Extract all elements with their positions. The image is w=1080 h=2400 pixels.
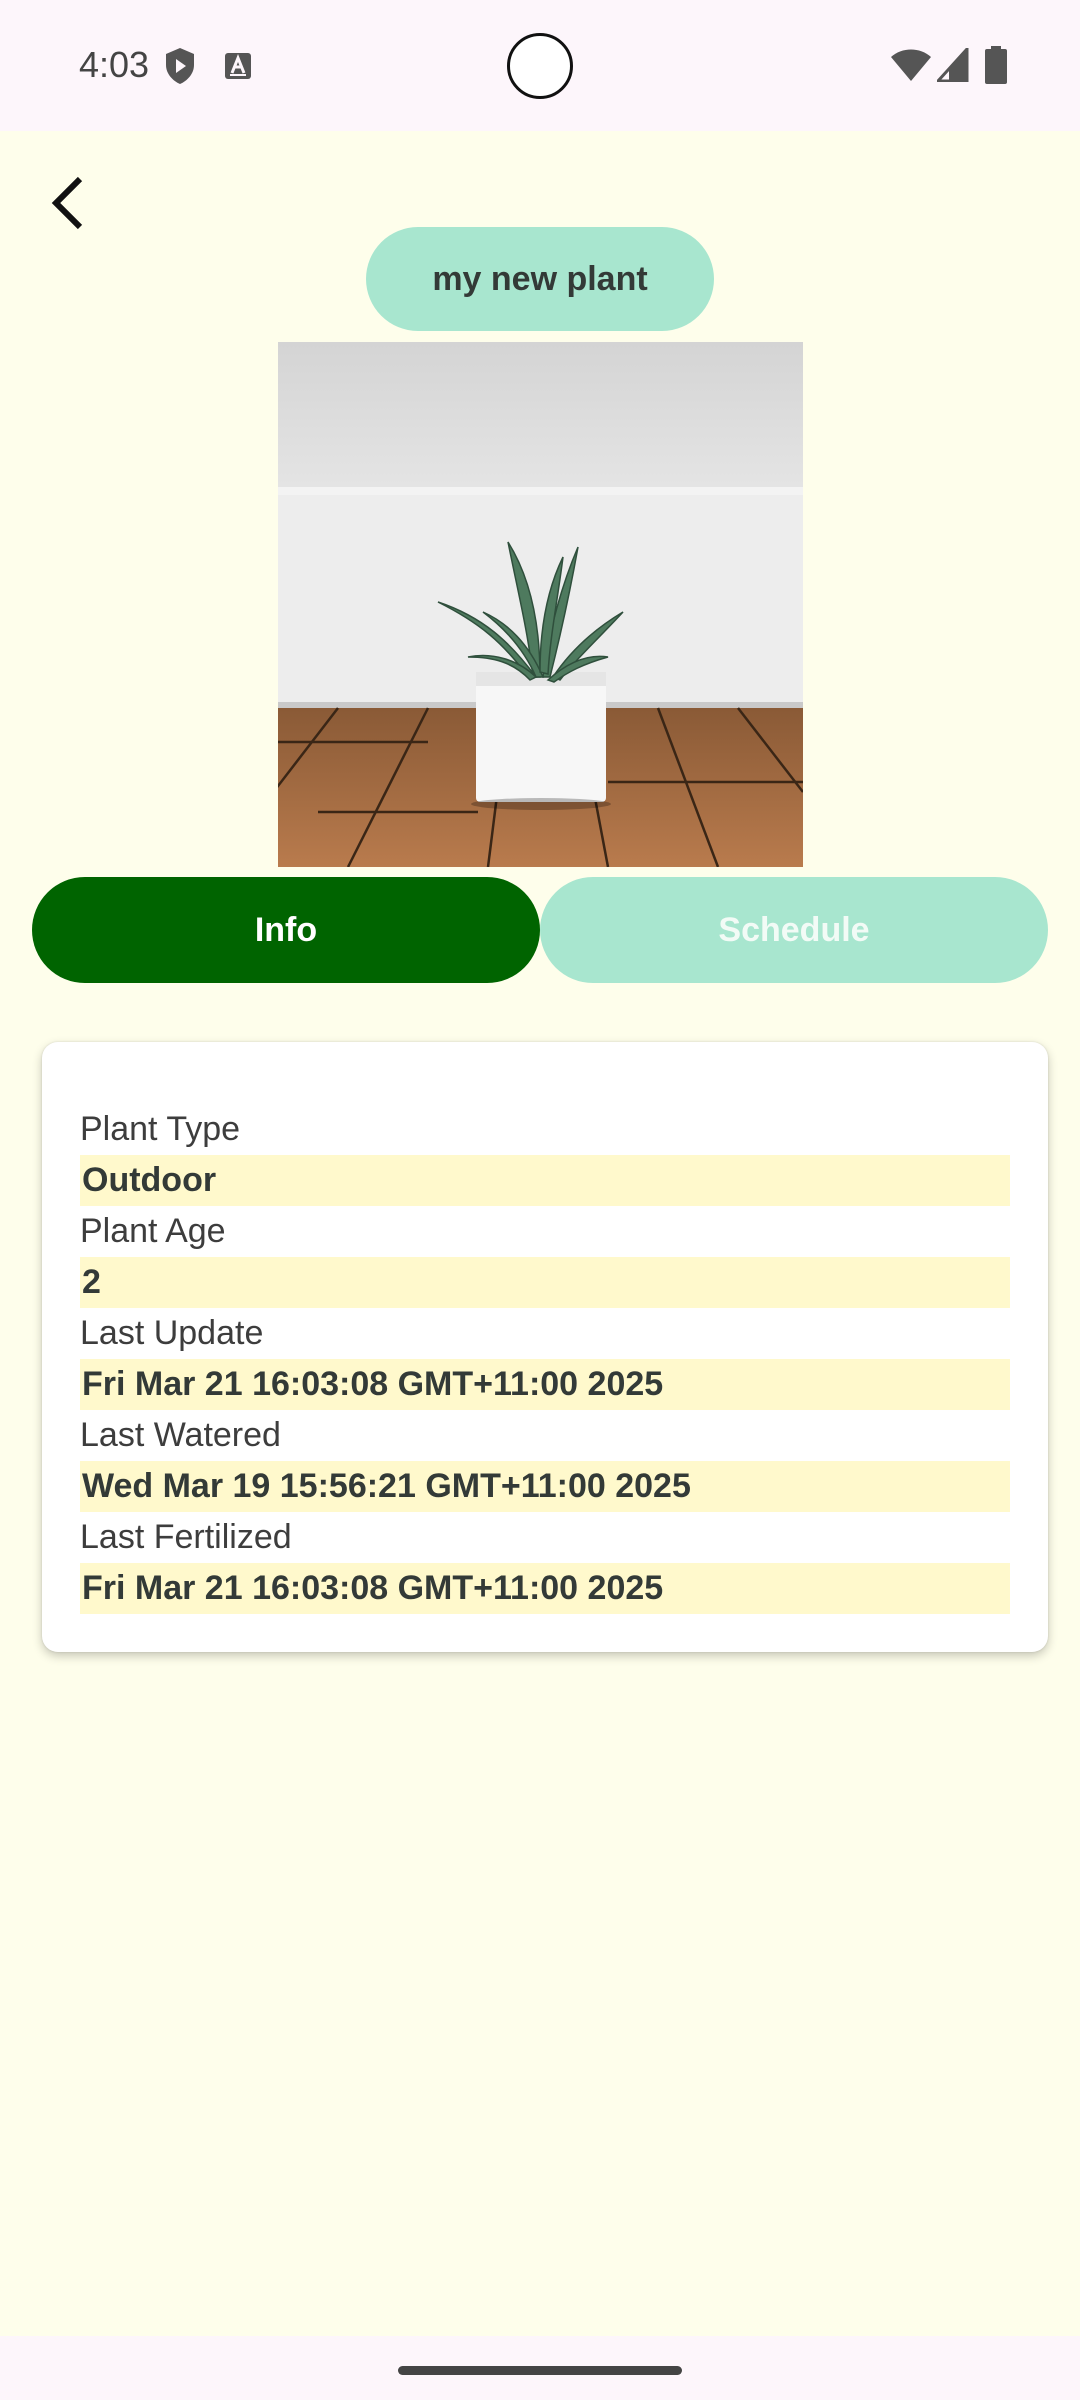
last-update-label: Last Update [80,1314,264,1352]
tab-schedule[interactable]: Schedule [540,877,1048,983]
tab-info[interactable]: Info [32,877,540,983]
play-protect-icon [164,47,196,90]
plant-type-value: Outdoor [80,1155,1010,1206]
last-fertilized-label: Last Fertilized [80,1518,292,1556]
last-fertilized-value: Fri Mar 21 16:03:08 GMT+11:00 2025 [80,1563,1010,1614]
chevron-left-icon [48,175,88,236]
status-bar: 4:03 [0,0,1080,131]
last-watered-label: Last Watered [80,1416,281,1454]
wifi-icon [890,48,932,87]
last-update-value: Fri Mar 21 16:03:08 GMT+11:00 2025 [80,1359,1010,1410]
plant-photo [278,342,803,867]
back-button[interactable] [38,170,98,240]
last-watered-value: Wed Mar 19 15:56:21 GMT+11:00 2025 [80,1461,1010,1512]
keyboard-a-icon [224,52,252,85]
plant-type-label: Plant Type [80,1110,241,1148]
home-indicator[interactable] [398,2366,682,2375]
camera-cutout [507,33,573,99]
plant-age-label: Plant Age [80,1212,226,1250]
plant-age-value: 2 [80,1257,1010,1308]
status-time: 4:03 [79,44,150,85]
plant-name-title: my new plant [366,227,714,331]
signal-icon [934,45,969,87]
plant-info-card: Plant Type Outdoor Plant Age 2 Last Upda… [42,1042,1048,1652]
battery-icon [985,46,1007,89]
